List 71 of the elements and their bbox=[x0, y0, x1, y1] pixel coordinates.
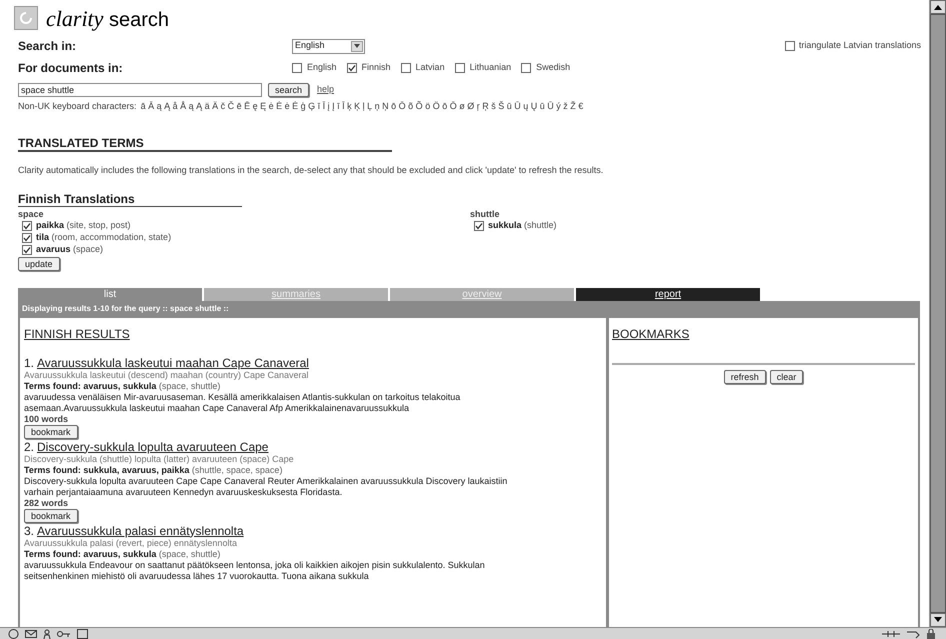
terms-found: Terms found: sukkula, avaruus, paikka (shuttle, space, space) bbox=[24, 464, 284, 476]
mail-icon[interactable] bbox=[25, 628, 37, 638]
result-title-link[interactable]: Avaruussukkula palasi ennätyslennolta bbox=[37, 524, 244, 538]
checkbox[interactable] bbox=[22, 244, 32, 254]
search-button[interactable]: search bbox=[268, 83, 310, 97]
bookmark-button[interactable]: bookmark bbox=[24, 424, 78, 438]
checkbox[interactable] bbox=[22, 220, 32, 230]
checkbox[interactable] bbox=[292, 63, 302, 73]
result-title-link[interactable]: Discovery-sukkula lopulta avaruuteen Cape bbox=[37, 440, 268, 454]
word-count: 282 words bbox=[24, 498, 70, 508]
word-count: 100 words bbox=[24, 414, 70, 424]
section-heading: Finnish Translations bbox=[18, 192, 242, 206]
checkbox-label: triangulate Latvian translations bbox=[798, 39, 921, 52]
results-summary: Displaying results 1-10 for the query :: space shuttle :: bbox=[21, 302, 230, 315]
page-icon[interactable] bbox=[77, 628, 88, 638]
checkbox[interactable] bbox=[400, 63, 411, 73]
person-icon[interactable] bbox=[43, 628, 51, 638]
field-label: Search in: bbox=[18, 38, 78, 55]
checkbox-label: Lithuanian bbox=[470, 61, 512, 74]
terms-found: Terms found: avaruus, sukkula (space, shuttle) bbox=[24, 380, 222, 392]
site-title: clarity search bbox=[46, 4, 170, 33]
key-icon[interactable] bbox=[57, 628, 71, 638]
instructions-text: Clarity automatically includes the following translations in the search, de-select any that should be excluded and click 'update' to refresh the results. bbox=[18, 164, 604, 177]
checkbox[interactable] bbox=[474, 220, 484, 230]
character-list[interactable]: ā Ā ą Ą å Å ą Ą ä Ä č Č ē Ē ę Ę ė Ė ė Ė ģ Ģ ī Ī į Į ī Ī ķ Ķ ļ Ļ ņ Ņ ō Ō õ Õ ö Ö ō Ō ø Ø ŗ Ŗ š Š ū Ū ų Ų ū Ū ý ž Ž € bbox=[140, 100, 584, 114]
results-heading: FINNISH RESULTS bbox=[24, 326, 130, 342]
checkbox[interactable] bbox=[521, 63, 532, 73]
globe-icon[interactable] bbox=[8, 628, 19, 638]
result-gloss: Discovery-sukkula (shuttle) lopulta (latter) avaruuteen (space) Cape bbox=[24, 454, 295, 464]
help-link[interactable]: help bbox=[317, 83, 334, 97]
checkbox[interactable] bbox=[454, 63, 465, 73]
bookmark-action-button[interactable]: refresh bbox=[724, 370, 766, 384]
search-field[interactable]: space shuttle bbox=[18, 83, 262, 97]
lock-icon bbox=[926, 628, 938, 638]
result-number: 3. bbox=[24, 524, 34, 538]
result-snippet: avaruussukkula Endeavour on saattanut päätökseen lentonsa, joka oli kaikkien aikojen pisin sukkulalento. Sukkulan seitsenhenkinen miehistö oli avaruudessa lähes 17 vuorokautta. Tuona aikana sukkula bbox=[24, 560, 486, 582]
bookmark-action-button[interactable]: clear bbox=[770, 370, 804, 384]
translation-label: sukkula (shuttle) bbox=[488, 218, 557, 232]
language-dropdown[interactable]: English bbox=[292, 38, 365, 54]
translation-label: paikka (site, stop, post) bbox=[36, 219, 131, 232]
result-snippet: Discovery-sukkula lopulta avaruuteen Cape Cape Canaveral Reuter Amerikkalainen avaruussukkula Discovery laukaistiin varhain perjantaiaamuna avaruuteen Kennedyn avaruuskeskuksesta Floridasta. bbox=[24, 476, 508, 498]
result-gloss: Avaruussukkula palasi (revert, piece) ennätyslennolta bbox=[24, 538, 238, 548]
logo-icon bbox=[14, 6, 38, 30]
connection-icon bbox=[882, 628, 900, 638]
term-label: space bbox=[18, 208, 45, 220]
translation-label: tila (room, accommodation, state) bbox=[36, 230, 172, 244]
result-snippet: avaruudessa venäläisen Mir-avaruusaseman. Kesällä amerikkalaisen Atlantis-sukkulan on tarkoitus telakoitua asemaan.Avaruussukkula laskeutui maahan Cape Canaveral Afp Amerikkalainenavaruussukkula bbox=[24, 392, 462, 414]
checkbox-label: Finnish bbox=[362, 61, 391, 74]
result-gloss: Avaruussukkula laskeutui (descend) maahan (country) Cape Canaveral bbox=[24, 370, 310, 380]
result-number: 1. bbox=[24, 356, 34, 370]
section-heading: TRANSLATED TERMS bbox=[18, 136, 392, 152]
checkbox-label: Latvian bbox=[416, 61, 445, 74]
bookmarks-heading: BOOKMARKS bbox=[612, 326, 690, 342]
checkbox[interactable] bbox=[22, 232, 32, 242]
terms-found: Terms found: avaruus, sukkula (space, shuttle) bbox=[24, 548, 222, 560]
security-icon bbox=[906, 628, 920, 638]
term-label: shuttle bbox=[470, 208, 501, 220]
scroll-down-icon[interactable] bbox=[930, 613, 946, 627]
update-button[interactable]: update bbox=[18, 256, 60, 270]
result-number: 2. bbox=[24, 440, 34, 454]
checkbox[interactable] bbox=[346, 63, 357, 73]
result-title-link[interactable]: Avaruussukkula laskeutui maahan Cape Canaveral bbox=[37, 356, 309, 370]
scroll-up-icon[interactable] bbox=[930, 0, 946, 14]
field-label: For documents in: bbox=[18, 60, 124, 77]
tab[interactable]: report bbox=[576, 288, 760, 300]
checkbox-label: English bbox=[307, 61, 337, 74]
keyboard-label: Non-UK keyboard characters: bbox=[18, 100, 137, 114]
checkbox-label: Swedish bbox=[536, 61, 570, 74]
bookmark-button[interactable]: bookmark bbox=[24, 508, 78, 522]
checkbox[interactable] bbox=[784, 41, 795, 51]
translation-label: avaruus (space) bbox=[36, 242, 104, 256]
